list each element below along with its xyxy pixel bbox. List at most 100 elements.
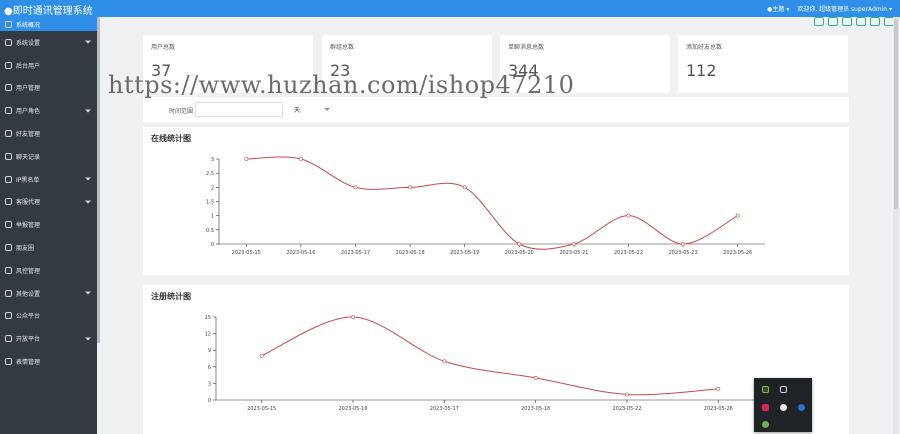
chevron-down-icon [85, 291, 91, 295]
sidebar-item-label: IP黑名单 [16, 176, 40, 184]
x-tick-label: 2023-05-19 [450, 250, 479, 256]
sidebar-item-label: 其他设置 [16, 290, 41, 298]
sidebar-item[interactable]: 公众平台 [0, 305, 97, 328]
y-tick-label: 3 [211, 157, 214, 163]
chevron-down-icon [85, 337, 91, 341]
fullscreen-icon[interactable] [842, 17, 852, 26]
x-tick-label: 2023-05-26 [723, 250, 752, 256]
chevron-down-icon [324, 108, 330, 111]
sidebar-item-label: 用户管理 [16, 85, 41, 93]
x-tick-label: 2023-05-16 [286, 250, 315, 256]
sidebar-item[interactable]: 其他设置 [0, 282, 97, 305]
data-point [681, 242, 686, 246]
y-tick-label: 12 [205, 332, 211, 338]
series-line [261, 316, 719, 396]
browser-icon[interactable] [780, 404, 787, 411]
page-toolbar [814, 17, 894, 26]
period-select[interactable]: 天 [292, 102, 332, 117]
sidebar-item-label: 用户角色 [16, 108, 41, 116]
app-icon[interactable] [762, 404, 769, 411]
sidebar-item[interactable]: 系统设置 [0, 31, 97, 54]
menu-icon [5, 61, 12, 69]
sidebar-item-label: 朋友圈 [16, 245, 35, 253]
y-tick-label: 1 [211, 214, 214, 220]
top-right-menu: ●主题 ▾ 欢迎你, 超级管理员 superAdmin ▾ [767, 4, 892, 13]
sidebar-item[interactable]: 客服代理 [0, 191, 97, 214]
stat-label: 单聊消息总数 [508, 44, 545, 51]
stat-label: 添加好友总数 [686, 44, 723, 51]
x-tick-label: 2023-05-18 [521, 406, 550, 412]
stat-label: 群组总数 [330, 44, 355, 51]
sidebar-item-label: 后台用户 [16, 62, 41, 70]
sidebar-item-label: 表情管理 [16, 359, 41, 367]
sidebar-item[interactable]: 风控管理 [0, 259, 97, 282]
y-tick-label: 6 [208, 365, 211, 371]
sidebar-item[interactable]: 聊天记录 [0, 145, 97, 168]
stat-value: 112 [686, 61, 717, 80]
sidebar-item[interactable]: 后台用户 [0, 54, 97, 77]
menu-icon [5, 221, 12, 229]
register-chart: 0 3 6 9 12 15 2023-05-15 2023-05-16 2023-05-17 20… [205, 315, 764, 412]
register-chart-panel: 注册统计图 0 3 6 9 12 15 2023-05-15 2023-05-16 2023-0… [143, 285, 849, 434]
menu-icon [5, 198, 12, 206]
network-icon[interactable] [762, 421, 769, 428]
user-menu[interactable]: 欢迎你, 超级管理员 superAdmin ▾ [797, 4, 892, 13]
x-tick-label: 2023-05-20 [505, 250, 534, 256]
sidebar-item-label: 开放平台 [16, 336, 41, 344]
sidebar-item[interactable]: 好友管理 [0, 122, 97, 145]
x-tick-label: 2023-05-26 [704, 406, 733, 412]
menu-icon [5, 312, 12, 320]
data-point [244, 157, 249, 161]
sidebar-item[interactable]: 举报管理 [0, 213, 97, 236]
x-tick-label: 2023-05-17 [430, 406, 459, 412]
window-icon[interactable] [870, 17, 880, 26]
sidebar-item[interactable]: 朋友圈 [0, 236, 97, 259]
sidebar-item-label: 好友管理 [16, 131, 41, 139]
page-scrollbar[interactable] [893, 17, 899, 434]
sidebar-item[interactable]: 用户管理 [0, 77, 97, 100]
watermark-text: https://www.huzhan.com/ishop47210 [108, 71, 575, 99]
top-bar: ●即时通讯管理系统 ●主题 ▾ 欢迎你, 超级管理员 superAdmin ▾ [0, 0, 900, 17]
copy-icon[interactable] [828, 17, 838, 26]
sidebar-item[interactable]: 开放平台 [0, 327, 97, 350]
time-range-input[interactable] [195, 102, 283, 117]
data-point [571, 242, 576, 246]
refresh-icon[interactable] [814, 17, 824, 26]
sidebar-item[interactable]: 系统概况 [0, 17, 97, 31]
y-tick-label: 0 [208, 398, 211, 404]
data-point [351, 315, 355, 319]
x-tick-label: 2023-05-18 [396, 250, 425, 256]
sidebar-scrollbar[interactable] [97, 17, 100, 343]
y-tick-label: 0.5 [206, 228, 214, 234]
menu-icon [5, 335, 12, 343]
chevron-down-icon [85, 109, 91, 113]
usb-icon[interactable] [780, 386, 787, 393]
x-tick-label: 2023-05-16 [338, 406, 367, 412]
nvidia-icon[interactable] [762, 386, 769, 393]
x-tick-label: 2023-05-15 [232, 250, 261, 256]
data-point [625, 392, 629, 397]
x-tick-label: 2023-05-15 [247, 406, 276, 412]
chevron-down-icon [85, 177, 91, 181]
tab-icon[interactable] [856, 17, 866, 26]
sidebar-item[interactable]: 表情管理 [0, 350, 97, 373]
x-tick-label: 2023-05-21 [559, 250, 588, 256]
scrollbar-thumb[interactable] [894, 19, 898, 209]
menu-icon [5, 244, 12, 252]
theme-menu[interactable]: ●主题 ▾ [767, 4, 789, 13]
data-point [626, 213, 631, 218]
y-tick-label: 2.5 [206, 171, 214, 177]
sync-icon[interactable] [798, 404, 805, 411]
sidebar: 系统概况系统设置后台用户用户管理用户角色好友管理聊天记录 IP黑名单客服代理 举报管… [0, 17, 97, 434]
sidebar-item-label: 系统设置 [16, 39, 41, 47]
y-tick-label: 0 [211, 242, 214, 248]
sidebar-item[interactable]: IP黑名单 [0, 168, 97, 191]
app-title: ●即时通讯管理系统 [4, 6, 93, 17]
sidebar-item[interactable]: 用户角色 [0, 99, 97, 122]
online-chart: 0 0.5 1 1.5 2 2.5 3 2023-05-15 2023-05-16 2023-05… [206, 156, 765, 256]
data-point [353, 185, 358, 190]
sidebar-item-label: 风控管理 [16, 267, 41, 275]
data-point [259, 353, 264, 358]
system-tray-popup [754, 378, 812, 432]
data-point [517, 242, 522, 246]
